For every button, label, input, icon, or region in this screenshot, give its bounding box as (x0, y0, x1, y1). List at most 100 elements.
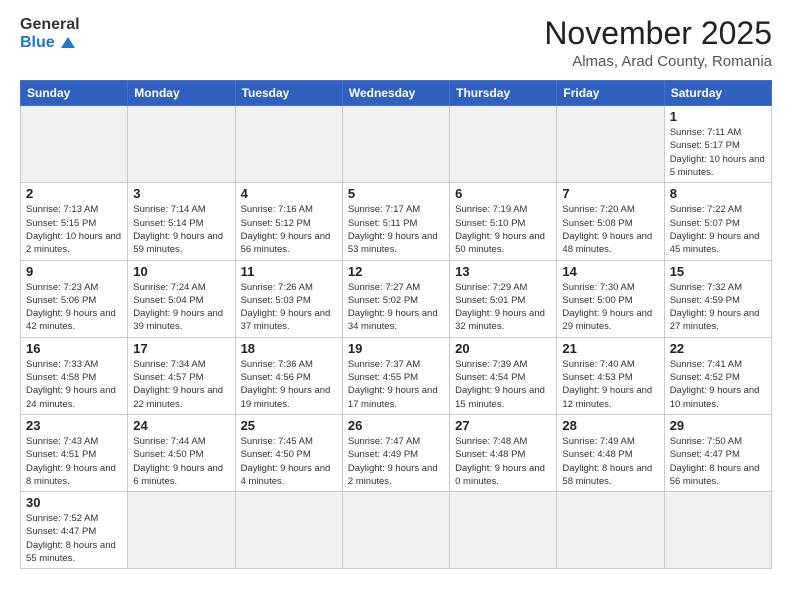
calendar-cell-23: 18 Sunrise: 7:36 AM Sunset: 4:56 PM Dayli… (235, 337, 342, 414)
day-number-6: 6 (455, 186, 551, 201)
calendar-row-2: 9Sunrise: 7:23 AM Sunset: 5:06 PM Daylig… (21, 260, 772, 337)
calendar-cell-4 (450, 106, 557, 183)
calendar-cell-36 (128, 492, 235, 569)
day-info-27: Sunrise: 7:48 AM Sunset: 4:48 PM Dayligh… (455, 435, 551, 488)
header-sunday: Sunday (21, 81, 128, 106)
day-info-1: Sunrise: 7:11 AM Sunset: 5:17 PM Dayligh… (670, 126, 766, 179)
day-info-30: Sunrise: 7:52 AM Sunset: 4:47 PM Dayligh… (26, 512, 122, 565)
calendar-cell-33: 28Sunrise: 7:49 AM Sunset: 4:48 PM Dayli… (557, 414, 664, 491)
day-info-21: Sunrise: 7:40 AM Sunset: 4:53 PM Dayligh… (562, 358, 658, 411)
day-number-29: 29 (670, 418, 766, 433)
day-number-21: 21 (562, 341, 658, 356)
calendar-cell-0 (21, 106, 128, 183)
calendar-cell-24: 19Sunrise: 7:37 AM Sunset: 4:55 PM Dayli… (342, 337, 449, 414)
day-number-3: 3 (133, 186, 229, 201)
calendar-cell-18: 13Sunrise: 7:29 AM Sunset: 5:01 PM Dayli… (450, 260, 557, 337)
calendar-cell-25: 20 Sunrise: 7:39 AM Sunset: 4:54 PM Dayli… (450, 337, 557, 414)
logo: General Blue (20, 16, 80, 51)
day-number-17: 17 (133, 341, 229, 356)
calendar-row-0: 1 Sunrise: 7:11 AM Sunset: 5:17 PM Daylig… (21, 106, 772, 183)
header-friday: Friday (557, 81, 664, 106)
calendar-cell-19: 14Sunrise: 7:30 AM Sunset: 5:00 PM Dayli… (557, 260, 664, 337)
day-info-25: Sunrise: 7:45 AM Sunset: 4:50 PM Dayligh… (241, 435, 337, 488)
calendar-subtitle: Almas, Arad County, Romania (544, 53, 772, 70)
calendar-cell-41 (664, 492, 771, 569)
day-number-1: 1 (670, 109, 766, 124)
calendar-cell-15: 10Sunrise: 7:24 AM Sunset: 5:04 PM Dayli… (128, 260, 235, 337)
calendar-cell-11: 6 Sunrise: 7:19 AM Sunset: 5:10 PM Daylig… (450, 183, 557, 260)
day-info-23: Sunrise: 7:43 AM Sunset: 4:51 PM Dayligh… (26, 435, 122, 488)
day-number-4: 4 (241, 186, 337, 201)
day-number-11: 11 (241, 264, 337, 279)
calendar-cell-7: 2 Sunrise: 7:13 AM Sunset: 5:15 PM Daylig… (21, 183, 128, 260)
day-number-22: 22 (670, 341, 766, 356)
title-block: November 2025 Almas, Arad County, Romani… (544, 16, 772, 70)
day-info-3: Sunrise: 7:14 AM Sunset: 5:14 PM Dayligh… (133, 203, 229, 256)
calendar-cell-13: 8 Sunrise: 7:22 AM Sunset: 5:07 PM Daylig… (664, 183, 771, 260)
calendar-cell-29: 24Sunrise: 7:44 AM Sunset: 4:50 PM Dayli… (128, 414, 235, 491)
calendar-cell-28: 23 Sunrise: 7:43 AM Sunset: 4:51 PM Dayli… (21, 414, 128, 491)
calendar-title: November 2025 (544, 16, 772, 51)
day-number-18: 18 (241, 341, 337, 356)
day-info-2: Sunrise: 7:13 AM Sunset: 5:15 PM Dayligh… (26, 203, 122, 256)
day-info-28: Sunrise: 7:49 AM Sunset: 4:48 PM Dayligh… (562, 435, 658, 488)
calendar-cell-2 (235, 106, 342, 183)
header: General Blue November 2025 Almas, Arad C… (20, 16, 772, 70)
calendar-cell-9: 4 Sunrise: 7:16 AM Sunset: 5:12 PM Daylig… (235, 183, 342, 260)
day-info-24: Sunrise: 7:44 AM Sunset: 4:50 PM Dayligh… (133, 435, 229, 488)
calendar-row-1: 2 Sunrise: 7:13 AM Sunset: 5:15 PM Daylig… (21, 183, 772, 260)
day-info-7: Sunrise: 7:20 AM Sunset: 5:08 PM Dayligh… (562, 203, 658, 256)
day-info-19: Sunrise: 7:37 AM Sunset: 4:55 PM Dayligh… (348, 358, 444, 411)
day-info-17: Sunrise: 7:34 AM Sunset: 4:57 PM Dayligh… (133, 358, 229, 411)
calendar-cell-32: 27 Sunrise: 7:48 AM Sunset: 4:48 PM Dayli… (450, 414, 557, 491)
day-number-8: 8 (670, 186, 766, 201)
calendar-cell-3 (342, 106, 449, 183)
calendar-row-5: 30Sunrise: 7:52 AM Sunset: 4:47 PM Dayli… (21, 492, 772, 569)
calendar-cell-40 (557, 492, 664, 569)
day-number-20: 20 (455, 341, 551, 356)
calendar-cell-20: 15 Sunrise: 7:32 AM Sunset: 4:59 PM Dayli… (664, 260, 771, 337)
day-number-7: 7 (562, 186, 658, 201)
day-info-4: Sunrise: 7:16 AM Sunset: 5:12 PM Dayligh… (241, 203, 337, 256)
calendar-cell-1 (128, 106, 235, 183)
day-info-18: Sunrise: 7:36 AM Sunset: 4:56 PM Dayligh… (241, 358, 337, 411)
day-number-10: 10 (133, 264, 229, 279)
calendar-cell-38 (342, 492, 449, 569)
day-number-5: 5 (348, 186, 444, 201)
day-info-5: Sunrise: 7:17 AM Sunset: 5:11 PM Dayligh… (348, 203, 444, 256)
calendar-row-3: 16Sunrise: 7:33 AM Sunset: 4:58 PM Dayli… (21, 337, 772, 414)
page: General Blue November 2025 Almas, Arad C… (0, 0, 792, 612)
calendar-cell-21: 16Sunrise: 7:33 AM Sunset: 4:58 PM Dayli… (21, 337, 128, 414)
calendar-cell-8: 3 Sunrise: 7:14 AM Sunset: 5:14 PM Daylig… (128, 183, 235, 260)
header-saturday: Saturday (664, 81, 771, 106)
day-number-14: 14 (562, 264, 658, 279)
day-info-15: Sunrise: 7:32 AM Sunset: 4:59 PM Dayligh… (670, 281, 766, 334)
day-info-20: Sunrise: 7:39 AM Sunset: 4:54 PM Dayligh… (455, 358, 551, 411)
day-info-22: Sunrise: 7:41 AM Sunset: 4:52 PM Dayligh… (670, 358, 766, 411)
header-monday: Monday (128, 81, 235, 106)
header-tuesday: Tuesday (235, 81, 342, 106)
calendar-cell-14: 9Sunrise: 7:23 AM Sunset: 5:06 PM Daylig… (21, 260, 128, 337)
day-number-27: 27 (455, 418, 551, 433)
day-number-2: 2 (26, 186, 122, 201)
day-number-13: 13 (455, 264, 551, 279)
calendar-cell-34: 29Sunrise: 7:50 AM Sunset: 4:47 PM Dayli… (664, 414, 771, 491)
day-info-9: Sunrise: 7:23 AM Sunset: 5:06 PM Dayligh… (26, 281, 122, 334)
day-info-16: Sunrise: 7:33 AM Sunset: 4:58 PM Dayligh… (26, 358, 122, 411)
calendar-cell-16: 11 Sunrise: 7:26 AM Sunset: 5:03 PM Dayli… (235, 260, 342, 337)
calendar-cell-27: 22 Sunrise: 7:41 AM Sunset: 4:52 PM Dayli… (664, 337, 771, 414)
weekday-header-row: Sunday Monday Tuesday Wednesday Thursday… (21, 81, 772, 106)
logo-text: General Blue (20, 16, 80, 51)
day-info-6: Sunrise: 7:19 AM Sunset: 5:10 PM Dayligh… (455, 203, 551, 256)
day-number-23: 23 (26, 418, 122, 433)
day-info-11: Sunrise: 7:26 AM Sunset: 5:03 PM Dayligh… (241, 281, 337, 334)
day-info-8: Sunrise: 7:22 AM Sunset: 5:07 PM Dayligh… (670, 203, 766, 256)
header-thursday: Thursday (450, 81, 557, 106)
calendar-cell-37 (235, 492, 342, 569)
day-info-12: Sunrise: 7:27 AM Sunset: 5:02 PM Dayligh… (348, 281, 444, 334)
day-number-15: 15 (670, 264, 766, 279)
calendar-cell-39 (450, 492, 557, 569)
calendar-cell-31: 26Sunrise: 7:47 AM Sunset: 4:49 PM Dayli… (342, 414, 449, 491)
calendar-cell-5 (557, 106, 664, 183)
header-wednesday: Wednesday (342, 81, 449, 106)
